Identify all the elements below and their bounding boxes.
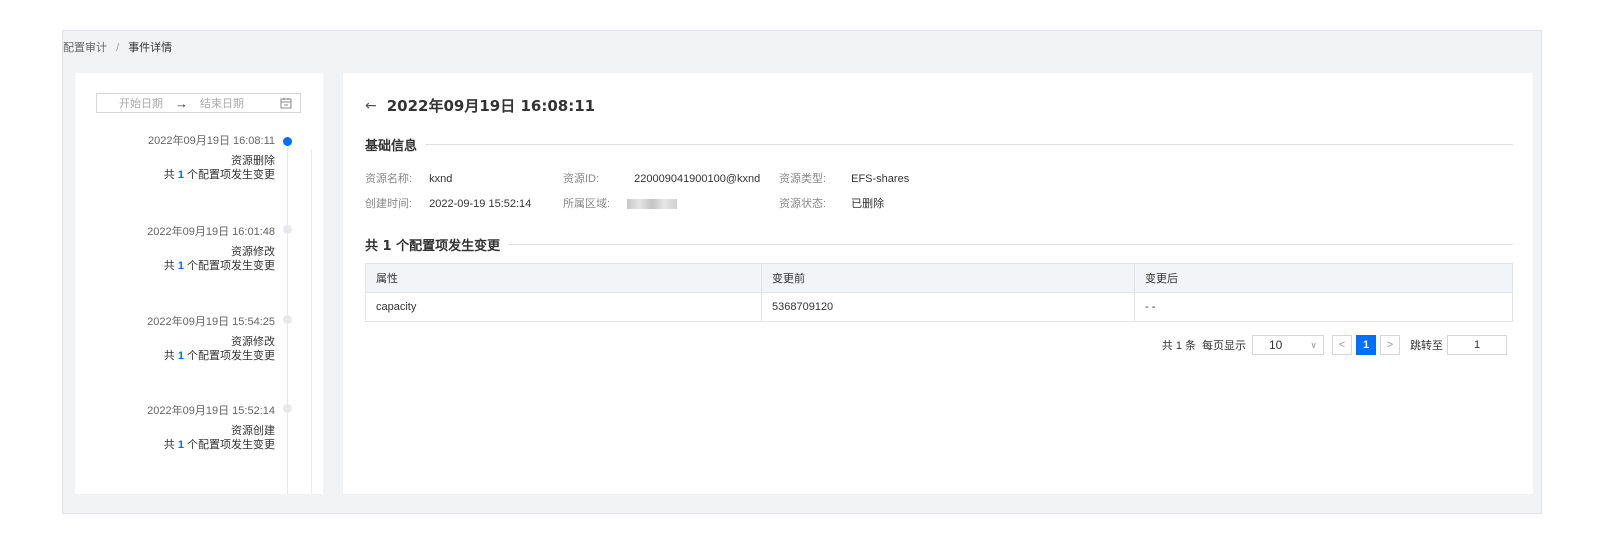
column-header-attribute: 属性 xyxy=(365,263,762,293)
timeline-panel: 开始日期 → 结束日期 2022年09月19日 16:08:11 资源删除 共 … xyxy=(75,73,323,494)
timeline-dot xyxy=(283,225,292,234)
chevron-down-icon: ∨ xyxy=(1310,339,1317,350)
timeline-dot-active xyxy=(283,137,292,146)
resource-name-value: kxnd xyxy=(429,173,453,185)
timeline-time: 2022年09月19日 16:08:11 xyxy=(148,135,275,147)
page-title: ← 2022年09月19日 16:08:11 xyxy=(365,95,595,116)
event-title: 2022年09月19日 16:08:11 xyxy=(386,97,596,115)
basic-info-heading: 基础信息 xyxy=(365,135,1513,154)
resource-status-field: 资源状态: 已删除 xyxy=(779,198,885,210)
timeline-action: 资源创建 xyxy=(231,425,275,437)
timeline-action: 资源修改 xyxy=(231,246,275,258)
created-time-value: 2022-09-19 15:52:14 xyxy=(429,198,532,210)
timeline-count: 共 1 个配置项发生变更 xyxy=(163,439,275,451)
date-range-picker[interactable]: 开始日期 → 结束日期 xyxy=(96,93,301,113)
timeline-item[interactable]: 2022年09月19日 16:01:48 资源修改 共 1 个配置项发生变更 xyxy=(75,225,275,273)
after-cell: - - xyxy=(1134,292,1513,322)
resource-id-value: 220009041900100@kxnd xyxy=(634,173,761,185)
resource-name-field: 资源名称: kxnd xyxy=(365,173,453,185)
page-number-button[interactable]: 1 xyxy=(1356,335,1376,355)
changes-heading: 共 1 个配置项发生变更 xyxy=(365,235,1513,254)
page-frame: 配置审计 / 事件详情 开始日期 → 结束日期 2022年09月19日 16:0… xyxy=(62,30,1542,514)
end-date-input[interactable]: 结束日期 xyxy=(200,95,244,111)
timeline-action: 资源修改 xyxy=(231,336,275,348)
start-date-input[interactable]: 开始日期 xyxy=(119,95,163,111)
resource-type-value: EFS-shares xyxy=(851,173,910,185)
prev-page-button[interactable]: < xyxy=(1332,335,1352,355)
timeline-count: 共 1 个配置项发生变更 xyxy=(163,260,275,272)
table-row: capacity 5368709120 - - xyxy=(365,292,1513,322)
breadcrumb-parent-link[interactable]: 配置审计 xyxy=(63,42,107,54)
total-count: 共 1 条 xyxy=(1161,340,1196,352)
jump-label: 跳转至 xyxy=(1410,340,1443,352)
timeline-dot xyxy=(283,315,292,324)
event-detail-panel: ← 2022年09月19日 16:08:11 基础信息 资源名称: kxnd 资… xyxy=(343,73,1533,494)
changes-table: 属性 变更前 变更后 capacity 5368709120 - - xyxy=(365,263,1513,322)
resource-status-value: 已删除 xyxy=(851,198,885,210)
calendar-icon[interactable] xyxy=(280,97,292,109)
timeline-count: 共 1 个配置项发生变更 xyxy=(163,169,275,181)
panel-divider xyxy=(311,149,312,494)
timeline-item[interactable]: 2022年09月19日 15:54:25 资源修改 共 1 个配置项发生变更 xyxy=(75,315,275,363)
range-arrow-icon: → xyxy=(175,95,188,111)
column-header-before: 变更前 xyxy=(761,263,1135,293)
next-page-button[interactable]: > xyxy=(1380,335,1400,355)
page-size-select[interactable]: 10 ∨ xyxy=(1252,335,1324,355)
breadcrumb-separator: / xyxy=(116,42,120,54)
timeline-count: 共 1 个配置项发生变更 xyxy=(163,350,275,362)
jump-page-input[interactable]: 1 xyxy=(1447,335,1507,355)
timeline-time: 2022年09月19日 16:01:48 xyxy=(147,226,275,238)
timeline-time: 2022年09月19日 15:54:25 xyxy=(147,316,275,328)
breadcrumb: 配置审计 / 事件详情 xyxy=(63,39,172,55)
region-value-redacted xyxy=(627,199,678,210)
resource-id-field: 资源ID: 220009041900100@kxnd xyxy=(563,173,761,185)
resource-type-field: 资源类型: EFS-shares xyxy=(779,173,910,185)
timeline-dot xyxy=(283,404,292,413)
per-page-label: 每页显示 xyxy=(1202,340,1246,352)
before-cell: 5368709120 xyxy=(761,292,1135,322)
attribute-cell: capacity xyxy=(365,292,762,322)
timeline-action: 资源删除 xyxy=(231,155,275,167)
timeline-item[interactable]: 2022年09月19日 16:08:11 资源删除 共 1 个配置项发生变更 xyxy=(75,134,275,182)
timeline-time: 2022年09月19日 15:52:14 xyxy=(147,405,275,417)
pagination: 共 1 条 每页显示 10 ∨ < 1 > 跳转至 1 xyxy=(1162,335,1507,355)
timeline-item[interactable]: 2022年09月19日 15:52:14 资源创建 共 1 个配置项发生变更 xyxy=(75,404,275,452)
back-arrow-icon[interactable]: ← xyxy=(365,98,377,114)
column-header-after: 变更后 xyxy=(1134,263,1513,293)
region-field: 所属区域: xyxy=(563,195,678,211)
created-time-field: 创建时间: 2022-09-19 15:52:14 xyxy=(365,198,532,210)
breadcrumb-current: 事件详情 xyxy=(128,42,173,54)
table-header-row: 属性 变更前 变更后 xyxy=(365,263,1513,293)
